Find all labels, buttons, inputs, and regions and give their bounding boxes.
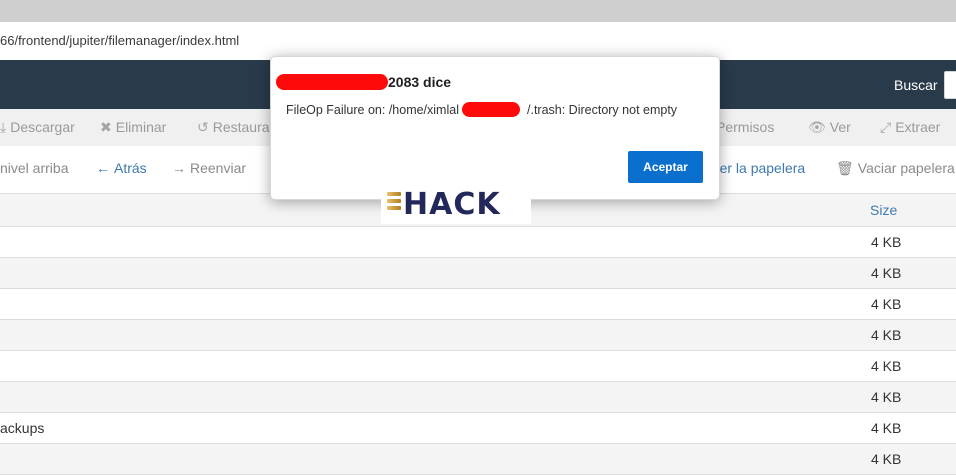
extract-button[interactable]: ⤢ Extraer <box>880 119 940 136</box>
file-size: 4 KB <box>871 389 902 405</box>
browser-tab-strip <box>0 0 956 22</box>
file-name: ackups <box>0 420 45 436</box>
table-row[interactable]: 4 KB <box>0 227 956 258</box>
download-button[interactable]: ⤓ Descargar <box>0 119 75 136</box>
file-size: 4 KB <box>871 296 902 312</box>
search-label: Buscar <box>894 77 938 93</box>
table-row[interactable]: 4 KB <box>0 258 956 289</box>
restore-button[interactable]: ↺ Restaura <box>197 119 270 136</box>
permissions-button[interactable]: Permisos <box>712 119 774 135</box>
view-trash-button[interactable]: Ver la papelera <box>711 160 805 176</box>
address-url[interactable]: 66/frontend/jupiter/filemanager/index.ht… <box>0 33 239 48</box>
file-size: 4 KB <box>871 358 902 374</box>
table-row[interactable]: 4 KB <box>0 382 956 413</box>
arrow-left-icon: ← <box>96 160 110 176</box>
redaction-mark <box>462 102 520 117</box>
empty-trash-button[interactable]: 🗑 Vaciar papelera <box>836 160 955 177</box>
logo-text: HACK <box>403 187 501 222</box>
dialog-title: 2083 dice <box>388 74 452 90</box>
alert-dialog: 2083 dice FileOp Failure on: /home/ximla… <box>270 56 720 200</box>
table-row[interactable]: 4 KB <box>0 444 956 475</box>
table-row[interactable]: 4 KB <box>0 289 956 320</box>
forward-button[interactable]: → Reenviar <box>172 160 246 176</box>
table-row[interactable]: ackups 4 KB <box>0 413 956 444</box>
file-table: Size 4 KB 4 KB 4 KB 4 KB 4 KB 4 KB ackup… <box>0 193 956 475</box>
search-input[interactable] <box>944 71 956 99</box>
file-size: 4 KB <box>871 265 902 281</box>
dialog-message-start: FileOp Failure on: /home/ximlal <box>286 103 459 117</box>
eye-icon: 👁 <box>808 119 826 135</box>
close-icon: ✖ <box>100 119 112 135</box>
arrow-right-icon: → <box>172 160 186 176</box>
expand-icon: ⤢ <box>880 119 892 135</box>
watermark-logo: HACK <box>381 185 531 224</box>
table-row[interactable]: 4 KB <box>0 320 956 351</box>
undo-icon: ↺ <box>197 119 209 135</box>
back-button[interactable]: ← Atrás <box>96 160 147 176</box>
trash-icon: 🗑 <box>836 160 854 176</box>
delete-button[interactable]: ✖ Eliminar <box>100 119 166 136</box>
up-one-level-button[interactable]: nivel arriba <box>0 160 68 176</box>
file-size: 4 KB <box>871 420 902 436</box>
table-body: 4 KB 4 KB 4 KB 4 KB 4 KB 4 KB ackups 4 KB… <box>0 227 956 475</box>
table-row[interactable]: 4 KB <box>0 351 956 382</box>
logo-bars-icon <box>387 192 401 216</box>
accept-button[interactable]: Aceptar <box>628 151 703 183</box>
dialog-message-end: /.trash: Directory not empty <box>527 103 678 117</box>
download-icon: ⤓ <box>0 119 7 135</box>
view-button[interactable]: 👁 Ver <box>808 119 851 136</box>
file-size: 4 KB <box>871 327 902 343</box>
size-column-header[interactable]: Size <box>870 202 897 218</box>
file-size: 4 KB <box>871 234 902 250</box>
redaction-mark <box>276 74 388 90</box>
